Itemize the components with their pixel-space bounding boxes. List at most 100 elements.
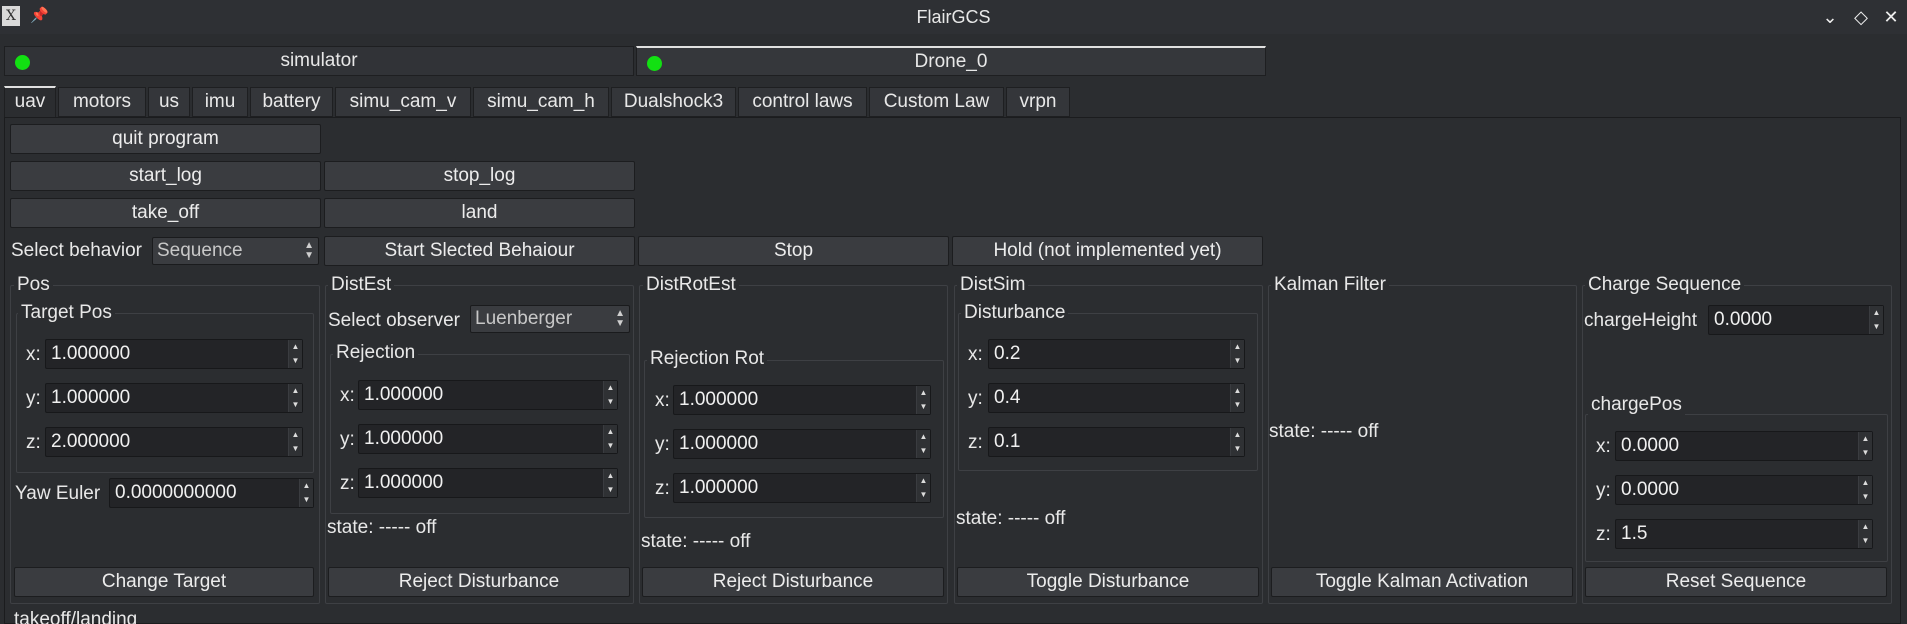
distest-x-label: x: [340,385,355,406]
distrotest-y-spinbox[interactable]: 1.000000 ▲ ▼ [673,429,931,459]
pos-y-spinbox[interactable]: 1.000000 ▲ ▼ [45,383,303,413]
change-target-button[interactable]: Change Target [14,567,314,597]
reject-disturbance-button[interactable]: Reject Disturbance [328,567,630,597]
behavior-select[interactable]: Sequence ▲ ▼ [152,237,319,265]
minimize-icon[interactable]: ⌄ [1819,6,1841,28]
charge-sequence-title: Charge Sequence [1585,274,1745,296]
distsim-x-spinbox[interactable]: 0.2 ▲ ▼ [988,339,1245,369]
tab-control-laws[interactable]: control laws [738,87,867,117]
distest-z-spinbox[interactable]: 1.000000 ▲ ▼ [358,468,618,498]
reset-sequence-button[interactable]: Reset Sequence [1585,567,1887,597]
select-behavior-label: Select behavior [11,240,142,261]
land-button[interactable]: land [324,198,635,228]
spin-arrows-icon[interactable]: ▲ ▼ [916,386,930,414]
status-led-icon [647,56,662,71]
take-off-button[interactable]: take_off [10,198,321,228]
tab-us[interactable]: us [148,87,190,117]
distrotest-y-label: y: [655,434,670,455]
charge-height-spinbox[interactable]: 0.0000 ▲ ▼ [1708,305,1884,335]
spin-arrows-icon[interactable]: ▲ ▼ [288,428,302,456]
kalman-group [1268,285,1577,604]
close-icon[interactable]: ✕ [1880,6,1902,28]
spin-arrows-icon[interactable]: ▲ ▼ [1230,428,1244,456]
spin-arrows-icon[interactable]: ▲ ▼ [1858,520,1872,548]
observer-select-value: Luenberger [475,308,573,329]
quit-program-button[interactable]: quit program [10,124,321,154]
tab-motors[interactable]: motors [58,87,146,117]
tab-vrpn[interactable]: vrpn [1006,87,1070,117]
distrotest-z-spinbox[interactable]: 1.000000 ▲ ▼ [673,473,931,503]
spin-arrows-icon[interactable]: ▲ ▼ [603,381,617,409]
spin-arrows-icon[interactable]: ▲ ▼ [1858,432,1872,460]
distsim-x-value: 0.2 [994,343,1021,364]
pos-x-spinbox[interactable]: 1.000000 ▲ ▼ [45,339,303,369]
rejection-rot-title: Rejection Rot [647,348,768,370]
charge-x-label: x: [1596,436,1611,457]
spin-arrows-icon[interactable]: ▲ ▼ [603,469,617,497]
yaw-euler-spinbox[interactable]: 0.0000000000 ▲ ▼ [109,478,314,508]
spin-arrows-icon[interactable]: ▲ ▼ [1230,340,1244,368]
tab-drone-0[interactable]: Drone_0 [636,46,1266,76]
maximize-icon[interactable]: ◇ [1850,6,1872,28]
pos-x-value: 1.000000 [51,343,131,364]
distrotest-z-value: 1.000000 [679,477,759,498]
spin-arrows-icon[interactable]: ▲ ▼ [299,479,313,507]
tab-dualshock3[interactable]: Dualshock3 [611,87,736,117]
distrotest-state: state: ----- off [641,531,751,552]
tab-label: simulator [280,50,358,71]
window-title: FlairGCS [916,7,991,27]
distsim-y-value: 0.4 [994,387,1021,408]
charge-height-value: 0.0000 [1714,309,1773,330]
spin-arrows-icon[interactable]: ▲ ▼ [916,430,930,458]
toggle-disturbance-button[interactable]: Toggle Disturbance [957,567,1259,597]
title-bar: X 📌 FlairGCS ⌄ ◇ ✕ [0,0,1907,34]
yaw-euler-value: 0.0000000000 [115,482,237,503]
disturbance-title: Disturbance [961,302,1069,324]
spin-arrows-icon[interactable]: ▲ ▼ [1230,384,1244,412]
distsim-state: state: ----- off [956,508,1066,529]
distrotest-x-label: x: [655,390,670,411]
pos-z-spinbox[interactable]: 2.000000 ▲ ▼ [45,427,303,457]
charge-y-spinbox[interactable]: 0.0000 ▲ ▼ [1615,475,1873,505]
distest-y-value: 1.000000 [364,428,444,449]
pos-z-label: z: [26,432,41,453]
target-pos-title: Target Pos [18,302,115,324]
tab-imu[interactable]: imu [192,87,248,117]
start-log-button[interactable]: start_log [10,161,321,191]
tab-simu-cam-v[interactable]: simu_cam_v [335,87,471,117]
distrotest-y-value: 1.000000 [679,433,759,454]
distest-x-value: 1.000000 [364,384,444,405]
charge-z-label: z: [1596,524,1611,545]
takeoff-landing-label: takeoff/landing [14,609,138,624]
tab-simulator[interactable]: simulator [4,46,634,76]
spin-arrows-icon[interactable]: ▲ ▼ [288,340,302,368]
tab-uav[interactable]: uav [4,86,56,118]
distest-y-label: y: [340,429,355,450]
distest-state: state: ----- off [327,517,437,538]
observer-select[interactable]: Luenberger ▲ ▼ [470,305,630,333]
charge-x-spinbox[interactable]: 0.0000 ▲ ▼ [1615,431,1873,461]
charge-z-spinbox[interactable]: 1.5 ▲ ▼ [1615,519,1873,549]
spin-arrows-icon[interactable]: ▲ ▼ [603,425,617,453]
start-behaviour-button[interactable]: Start Slected Behaiour [324,236,635,266]
hold-button[interactable]: Hold (not implemented yet) [952,236,1263,266]
rejection-title: Rejection [333,342,419,364]
stop-button[interactable]: Stop [638,236,949,266]
pos-x-label: x: [26,344,41,365]
spin-arrows-icon[interactable]: ▲ ▼ [1869,306,1883,334]
spin-arrows-icon[interactable]: ▲ ▼ [288,384,302,412]
reject-disturbance-rot-button[interactable]: Reject Disturbance [642,567,944,597]
spin-arrows-icon[interactable]: ▲ ▼ [1858,476,1872,504]
toggle-kalman-button[interactable]: Toggle Kalman Activation [1271,567,1573,597]
tab-battery[interactable]: battery [250,87,333,117]
tab-custom-law[interactable]: Custom Law [869,87,1004,117]
distsim-z-spinbox[interactable]: 0.1 ▲ ▼ [988,427,1245,457]
tab-simu-cam-h[interactable]: simu_cam_h [473,87,609,117]
kalman-state: state: ----- off [1269,421,1379,442]
distrotest-x-spinbox[interactable]: 1.000000 ▲ ▼ [673,385,931,415]
distsim-y-spinbox[interactable]: 0.4 ▲ ▼ [988,383,1245,413]
stop-log-button[interactable]: stop_log [324,161,635,191]
distest-y-spinbox[interactable]: 1.000000 ▲ ▼ [358,424,618,454]
distest-x-spinbox[interactable]: 1.000000 ▲ ▼ [358,380,618,410]
spin-arrows-icon[interactable]: ▲ ▼ [916,474,930,502]
